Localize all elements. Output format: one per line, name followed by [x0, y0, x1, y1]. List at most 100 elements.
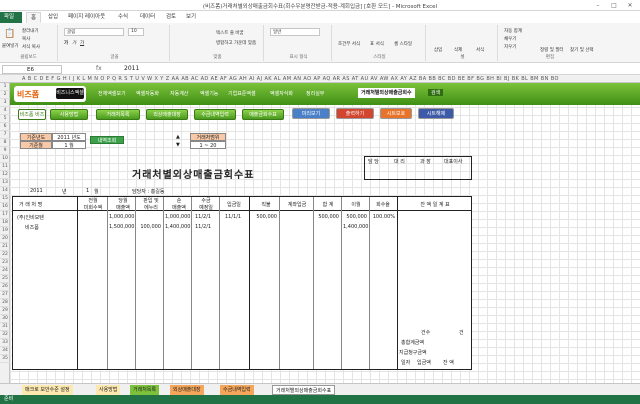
client-list-button[interactable]: 거래처목록	[96, 109, 140, 120]
cell[interactable]: 1,000,000	[109, 214, 134, 220]
row-number[interactable]: 16	[0, 203, 10, 211]
row-number[interactable]: 18	[0, 219, 10, 227]
cell[interactable]: 비즈폼	[25, 224, 39, 231]
cell[interactable]: 11/2/1	[195, 214, 211, 220]
nav-item[interactable]: 엑셀기능	[200, 90, 218, 97]
nav-item[interactable]: 자동계산	[170, 90, 188, 97]
collection-report-button[interactable]: 매출금회수표	[242, 109, 284, 120]
sheet-tab[interactable]: 외상매출대장	[170, 385, 204, 395]
row-number[interactable]: 26	[0, 283, 10, 291]
tab-page-layout[interactable]: 페이지 레이아웃	[64, 12, 109, 23]
row-number[interactable]: 20	[0, 235, 10, 243]
insert-button[interactable]: 삽입	[434, 47, 442, 53]
paste-button[interactable]: 붙여넣기	[2, 43, 19, 49]
cell[interactable]: 11/1/1	[225, 214, 241, 220]
clear-button[interactable]: 지우기	[504, 44, 516, 50]
number-format-select[interactable]: 일반	[270, 28, 320, 36]
cut-button[interactable]: 잘라내기	[22, 28, 39, 34]
cell[interactable]: 100,000	[137, 224, 161, 230]
row-number[interactable]: 12	[0, 171, 10, 179]
find-select-button[interactable]: 찾기 및 선택	[570, 47, 594, 53]
nav-item[interactable]: 정리실무	[306, 90, 324, 97]
maximize-icon[interactable]: □	[606, 1, 622, 10]
row-number[interactable]: 21	[0, 243, 10, 251]
nav-item[interactable]: 전체엑셀보기	[98, 90, 126, 97]
row-number[interactable]: 15	[0, 195, 10, 203]
row-number[interactable]: 29	[0, 307, 10, 315]
row-number[interactable]: 28	[0, 299, 10, 307]
row-number[interactable]: 32	[0, 331, 10, 339]
nav-item[interactable]: 기업표준엑셀	[228, 90, 256, 97]
tab-file[interactable]: 파일	[0, 12, 22, 23]
italic-button[interactable]: 가	[72, 40, 76, 46]
row-number[interactable]: 22	[0, 251, 10, 259]
down-arrow-icon[interactable]: ▼	[176, 142, 180, 148]
wrap-text-button[interactable]: 텍스트 줄 바꿈	[216, 30, 244, 36]
cell[interactable]: 1,400,000	[343, 224, 368, 230]
table-format-button[interactable]: 표 서식	[370, 41, 384, 47]
cell[interactable]: 1,000,000	[165, 214, 190, 220]
cell[interactable]: 500,000	[343, 214, 367, 220]
conditional-format-button[interactable]: 조건부 서식	[338, 41, 360, 47]
row-number[interactable]: 31	[0, 323, 10, 331]
underline-button[interactable]: 가	[80, 40, 84, 46]
range-value[interactable]: 1 ~ 20	[190, 141, 226, 149]
paste-icon[interactable]: 📋	[4, 29, 15, 39]
row-number[interactable]: 34	[0, 347, 10, 355]
row-number[interactable]: 19	[0, 227, 10, 235]
cell-style-button[interactable]: 셀 스타일	[394, 41, 412, 47]
row-number[interactable]: 7	[0, 131, 10, 139]
month-input[interactable]: 1 월	[52, 141, 86, 149]
cell[interactable]: (주)인비모텐	[17, 214, 44, 221]
row-number[interactable]: 14	[0, 187, 10, 195]
format-button[interactable]: 서식	[476, 47, 484, 53]
row-number[interactable]: 27	[0, 291, 10, 299]
fx-icon[interactable]: fx	[96, 65, 102, 72]
how-to-button[interactable]: 사용방법	[50, 109, 88, 120]
name-box[interactable]: E6	[2, 65, 62, 74]
row-number[interactable]: 9	[0, 147, 10, 155]
sheet-tab-active[interactable]: 거래처별외상매출금회수표	[272, 385, 336, 395]
tab-view[interactable]: 보기	[182, 12, 200, 23]
sheet-protect-button[interactable]: 시트보호	[380, 108, 412, 119]
cell[interactable]: 500,000	[253, 214, 277, 220]
formula-input[interactable]: 2011	[124, 65, 139, 72]
row-number[interactable]: 5	[0, 115, 10, 123]
nav-selected[interactable]: 거래처별외상매출금회수	[358, 88, 415, 98]
print-button[interactable]: 출력하기	[336, 108, 374, 119]
row-number[interactable]: 3	[0, 99, 10, 107]
sheet-tab[interactable]: 거래처목록	[130, 385, 160, 395]
minimize-icon[interactable]: –	[590, 1, 606, 10]
search-button[interactable]: 검색	[428, 89, 444, 96]
tab-insert[interactable]: 삽입	[44, 12, 62, 23]
font-size-select[interactable]: 10	[128, 28, 144, 36]
tab-data[interactable]: 데이터	[136, 12, 159, 23]
sheet-tab[interactable]: 매크로 보안수준 설정	[22, 385, 73, 395]
row-number[interactable]: 4	[0, 107, 10, 115]
sheet-tab[interactable]: 사용방법	[96, 385, 121, 395]
font-name-select[interactable]: 굴림	[64, 28, 124, 36]
row-number[interactable]: 6	[0, 123, 10, 131]
row-number[interactable]: 25	[0, 275, 10, 283]
sheet-unprotect-button[interactable]: 시트해제	[418, 108, 454, 119]
row-number[interactable]: 35	[0, 355, 10, 363]
sales-ledger-button[interactable]: 외상매출대장	[146, 109, 188, 120]
row-number[interactable]: 33	[0, 339, 10, 347]
search-detail-button[interactable]: 내역조회	[90, 136, 124, 144]
fill-button[interactable]: 채우기	[504, 36, 516, 42]
tab-home[interactable]: 홈	[26, 12, 42, 23]
nav-item[interactable]: 엑셀자식화	[270, 90, 293, 97]
row-number[interactable]: 30	[0, 315, 10, 323]
row-number[interactable]: 13	[0, 179, 10, 187]
row-number[interactable]: 8	[0, 139, 10, 147]
collection-input-button[interactable]: 수금내역입력	[194, 109, 236, 120]
cell[interactable]: 100.00%	[371, 214, 395, 220]
sheet-tab[interactable]: 수금내역입력	[220, 385, 254, 395]
delete-button[interactable]: 삭제	[454, 47, 462, 53]
tab-review[interactable]: 검토	[162, 12, 180, 23]
row-number[interactable]: 2	[0, 91, 10, 99]
row-number[interactable]: 17	[0, 211, 10, 219]
bizform-button[interactable]: 비즈폼 비즈	[18, 109, 46, 120]
tab-formulas[interactable]: 수식	[114, 12, 132, 23]
year-input[interactable]: 2011 년도	[52, 133, 86, 141]
